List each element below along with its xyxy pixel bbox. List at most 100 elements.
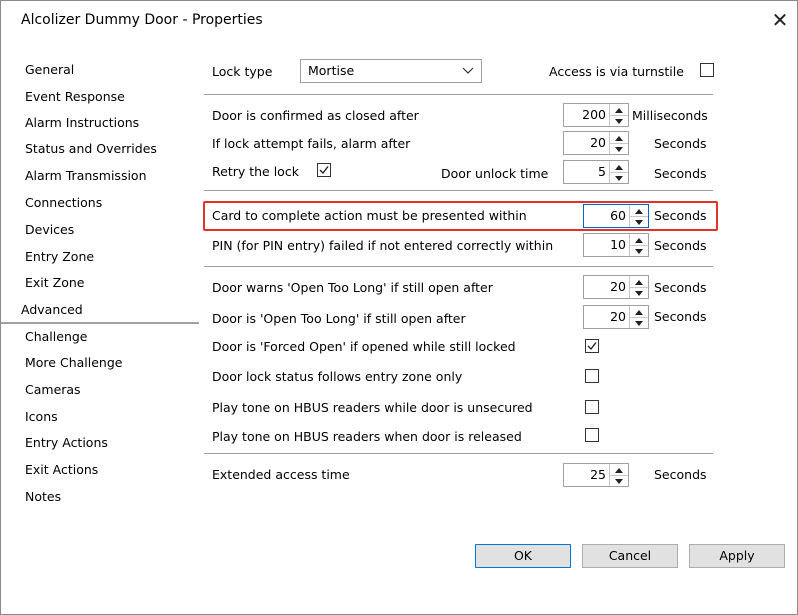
lock-fail-label: If lock attempt fails, alarm after (212, 136, 411, 151)
divider (204, 453, 713, 454)
nav-item-general[interactable]: General (1, 58, 199, 82)
extended-access-spinner[interactable]: 25 (563, 463, 629, 487)
extended-access-value: 25 (590, 467, 606, 482)
extended-access-label: Extended access time (212, 467, 350, 482)
cancel-button[interactable]: Cancel (582, 544, 678, 568)
divider (204, 266, 713, 267)
pin-failed-spinner[interactable]: 10 (583, 233, 649, 257)
apply-button[interactable]: Apply (689, 544, 785, 568)
nav-item-status-overrides[interactable]: Status and Overrides (1, 137, 199, 161)
turnstile-label: Access is via turnstile (549, 64, 684, 79)
ok-button[interactable]: OK (475, 544, 571, 568)
nav-item-alarm-instructions[interactable]: Alarm Instructions (1, 111, 199, 135)
forced-open-checkbox[interactable] (585, 339, 599, 353)
lock-type-select[interactable]: Mortise (300, 59, 482, 83)
nav-item-label: Exit Actions (25, 462, 99, 477)
nav-item-more-challenge[interactable]: More Challenge (1, 351, 199, 375)
unlock-time-value: 5 (598, 164, 606, 179)
nav-item-icons[interactable]: Icons (1, 405, 199, 429)
lock-fail-spinner[interactable]: 20 (563, 131, 629, 155)
extended-access-unit: Seconds (654, 467, 707, 482)
advanced-panel: Lock type Mortise Access is via turnstil… (200, 47, 797, 614)
spin-down-icon[interactable] (630, 287, 648, 298)
nav-item-exit-zone[interactable]: Exit Zone (1, 271, 199, 295)
closed-after-label: Door is confirmed as closed after (212, 108, 419, 123)
checkmark-icon (587, 342, 597, 351)
nav-item-label: Event Response (25, 89, 125, 104)
checkmark-icon (319, 166, 329, 175)
open-too-long-label: Door is 'Open Too Long' if still open af… (212, 311, 466, 326)
retry-lock-label: Retry the lock (212, 164, 299, 179)
spin-down-icon[interactable] (610, 475, 628, 486)
lock-fail-value: 20 (590, 135, 606, 150)
unlock-time-spinner[interactable]: 5 (563, 160, 629, 184)
lock-fail-unit: Seconds (654, 136, 707, 151)
retry-lock-checkbox[interactable] (317, 163, 331, 177)
forced-open-label: Door is 'Forced Open' if opened while st… (212, 339, 516, 354)
tone-unsecured-label: Play tone on HBUS readers while door is … (212, 400, 533, 415)
nav-item-entry-zone[interactable]: Entry Zone (1, 245, 199, 269)
divider (204, 94, 713, 95)
nav-item-devices[interactable]: Devices (1, 218, 199, 242)
card-within-spinner[interactable]: 60 (583, 204, 649, 228)
unlock-time-unit: Seconds (654, 166, 707, 181)
nav-item-label: Challenge (25, 329, 88, 344)
divider (204, 190, 713, 191)
nav-item-label: Icons (25, 409, 58, 424)
warn-open-label: Door warns 'Open Too Long' if still open… (212, 280, 493, 295)
nav-item-label: General (25, 62, 75, 77)
follows-zone-checkbox[interactable] (585, 369, 599, 383)
nav-item-challenge[interactable]: Challenge (1, 325, 199, 349)
turnstile-checkbox[interactable] (700, 63, 714, 77)
warn-open-spinner[interactable]: 20 (583, 275, 649, 299)
tone-released-checkbox[interactable] (585, 428, 599, 442)
open-too-long-value: 20 (610, 309, 626, 324)
nav-item-label: Entry Actions (25, 435, 108, 450)
spin-down-icon[interactable] (630, 245, 648, 256)
closed-after-spinner[interactable]: 200 (563, 103, 629, 127)
nav-item-label: Status and Overrides (25, 141, 157, 156)
spin-down-icon[interactable] (610, 172, 628, 183)
nav-item-cameras[interactable]: Cameras (1, 378, 199, 402)
closed-after-value: 200 (582, 107, 606, 122)
nav-item-label: Cameras (25, 382, 81, 397)
spin-down-icon[interactable] (630, 317, 648, 328)
warn-open-value: 20 (610, 279, 626, 294)
nav-item-advanced[interactable]: Advanced (1, 298, 199, 324)
nav-item-exit-actions[interactable]: Exit Actions (1, 458, 199, 482)
open-too-long-unit: Seconds (654, 309, 707, 324)
properties-dialog: Alcolizer Dummy Door - Properties ✕ Gene… (0, 0, 798, 615)
nav-item-connections[interactable]: Connections (1, 191, 199, 215)
pin-failed-value: 10 (610, 237, 626, 252)
nav-item-notes[interactable]: Notes (1, 485, 199, 509)
nav-item-label: Alarm Instructions (25, 115, 140, 130)
nav-item-label: Devices (25, 222, 75, 237)
follows-zone-label: Door lock status follows entry zone only (212, 369, 463, 384)
nav-item-event-response[interactable]: Event Response (1, 85, 199, 109)
spin-down-icon[interactable] (610, 143, 628, 154)
closed-after-unit: Milliseconds (632, 108, 708, 123)
chevron-down-icon (461, 62, 475, 78)
window-title: Alcolizer Dummy Door - Properties (21, 12, 263, 28)
unlock-time-label: Door unlock time (441, 166, 549, 181)
spin-down-icon[interactable] (610, 115, 628, 126)
card-within-label: Card to complete action must be presente… (212, 208, 527, 223)
nav-item-label: Exit Zone (25, 275, 85, 290)
lock-type-label: Lock type (212, 64, 273, 79)
nav-item-alarm-transmission[interactable]: Alarm Transmission (1, 164, 199, 188)
nav-item-label: Advanced (21, 302, 83, 317)
nav-item-entry-actions[interactable]: Entry Actions (1, 431, 199, 455)
nav-item-label: Entry Zone (25, 249, 95, 264)
lock-type-value: Mortise (308, 63, 355, 78)
pin-failed-label: PIN (for PIN entry) failed if not entere… (212, 238, 554, 253)
open-too-long-spinner[interactable]: 20 (583, 305, 649, 329)
nav-item-label: Notes (25, 489, 62, 504)
nav-item-label: Connections (25, 195, 103, 210)
warn-open-unit: Seconds (654, 280, 707, 295)
close-icon[interactable]: ✕ (767, 7, 793, 33)
spin-down-icon[interactable] (630, 216, 648, 227)
card-within-value: 60 (610, 208, 626, 223)
tone-unsecured-checkbox[interactable] (585, 400, 599, 414)
nav-item-label: Alarm Transmission (25, 168, 147, 183)
tone-released-label: Play tone on HBUS readers when door is r… (212, 429, 522, 444)
